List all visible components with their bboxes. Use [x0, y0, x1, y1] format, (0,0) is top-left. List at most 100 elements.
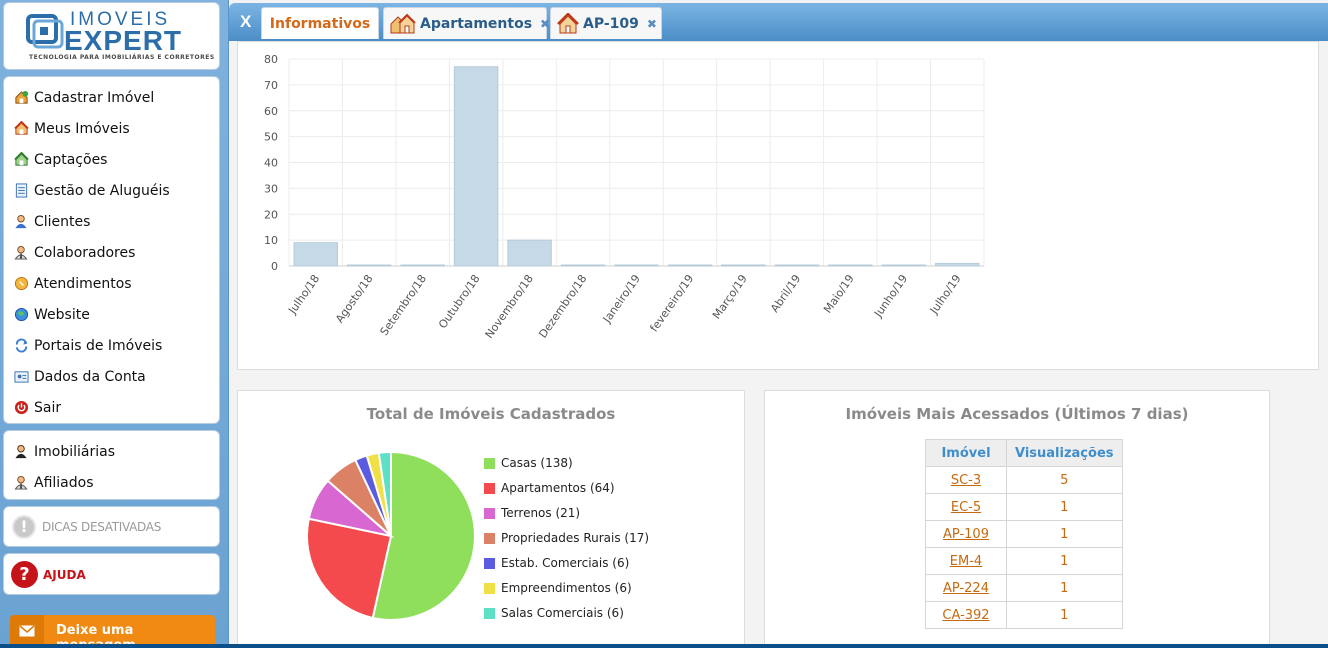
help-button[interactable]: ? AJUDA — [3, 553, 220, 595]
tab-apartamentos[interactable]: Apartamentos ✖ — [383, 7, 550, 39]
menu-label: Captações — [34, 152, 108, 168]
bar — [560, 264, 606, 267]
menu-portais[interactable]: Portais de Imóveis — [13, 334, 162, 356]
envelope-icon — [10, 615, 44, 646]
sidebar: IMOVEIS EXPERT TECNOLOGIA PARA IMOBILIÁR… — [0, 0, 228, 648]
close-all-tabs-button[interactable]: X — [240, 12, 251, 32]
x-tick-label: Agosto/18 — [333, 272, 376, 325]
menu-atendimentos[interactable]: Atendimentos — [13, 272, 132, 294]
menu-label: Imobiliárias — [34, 444, 115, 460]
x-tick-label: fevereiro/19 — [647, 272, 696, 334]
y-tick-label: 10 — [264, 234, 278, 247]
bar — [507, 239, 552, 267]
menu-colaboradores[interactable]: Colaboradores — [13, 241, 135, 263]
leave-message-button[interactable]: Deixe uma mensagem — [10, 615, 215, 648]
menu-cadastrar-imovel[interactable]: Cadastrar Imóvel — [13, 86, 154, 108]
table-row: AP-109 1 — [925, 520, 1123, 548]
menu-label: Cadastrar Imóvel — [34, 90, 155, 106]
total-properties-card: Total de Imóveis Cadastrados Casas (138)… — [237, 390, 745, 648]
menu-captacoes[interactable]: Captações — [13, 148, 107, 170]
account-icon — [13, 368, 29, 384]
houses-icon — [390, 13, 416, 35]
house-green-icon — [13, 151, 29, 167]
bar — [453, 66, 499, 267]
menu-gestao-alugueis[interactable]: Gestão de Aluguéis — [13, 179, 170, 201]
property-link[interactable]: CA-392 — [942, 608, 989, 623]
table-row: CA-392 1 — [925, 601, 1123, 629]
user-tie-icon — [13, 474, 29, 490]
views-cell: 1 — [1006, 547, 1123, 575]
menu-afiliados[interactable]: Afiliados — [13, 471, 94, 493]
most-accessed-card: Imóveis Mais Acessados (Últimos 7 dias) … — [764, 390, 1270, 648]
legend-item[interactable]: Casas (138) — [484, 456, 573, 470]
tab-label: Informativos — [269, 15, 371, 32]
x-tick-label: Junho/19 — [871, 272, 910, 320]
table-row: EC-5 1 — [925, 493, 1123, 521]
legend-item[interactable]: Terrenos (21) — [484, 506, 580, 520]
logo-icon — [26, 14, 64, 49]
property-code-cell: AP-109 — [925, 520, 1007, 548]
y-tick-label: 60 — [264, 105, 278, 118]
menu-sair[interactable]: Sair — [13, 396, 61, 418]
coin-icon — [13, 275, 29, 291]
tab-informativos[interactable]: Informativos — [261, 7, 379, 39]
table-row: EM-4 1 — [925, 547, 1123, 575]
menu-imobiliarias[interactable]: Imobiliárias — [13, 440, 115, 462]
legend-item[interactable]: Propriedades Rurais (17) — [484, 531, 649, 545]
bar — [881, 264, 927, 267]
logo-title-line2: EXPERT — [64, 25, 183, 56]
views-cell: 1 — [1006, 574, 1123, 602]
user-dark-icon — [13, 443, 29, 459]
property-code-cell: AP-224 — [925, 574, 1007, 602]
table-row: AP-224 1 — [925, 574, 1123, 602]
menu-label: Dados da Conta — [34, 369, 146, 385]
property-link[interactable]: EC-5 — [951, 500, 981, 515]
x-tick-label: Maio/19 — [821, 272, 857, 315]
property-link[interactable]: AP-109 — [943, 527, 989, 542]
legend-item[interactable]: Apartamentos (64) — [484, 481, 615, 495]
property-link[interactable]: AP-224 — [943, 581, 989, 596]
legend-item[interactable]: Empreendimentos (6) — [484, 581, 632, 595]
legend-swatch — [484, 482, 495, 494]
x-tick-label: Julho/19 — [927, 272, 964, 317]
col-header-property: Imóvel — [925, 439, 1007, 467]
house-icon — [557, 12, 579, 35]
tab-label: Apartamentos — [420, 15, 533, 32]
legend-label: Salas Comerciais (6) — [501, 606, 624, 620]
property-link[interactable]: EM-4 — [950, 554, 982, 569]
monthly-bar-chart: 0 10 20 30 40 50 60 70 80 Julho/18 Agosto/18 Setemb… — [264, 53, 985, 341]
menu-clientes[interactable]: Clientes — [13, 210, 90, 232]
document-icon — [13, 182, 29, 198]
legend-label: Empreendimentos (6) — [501, 581, 632, 595]
close-tab-icon[interactable]: ✖ — [540, 17, 550, 31]
x-tick-label: Julho/18 — [285, 272, 322, 317]
legend-label: Propriedades Rurais (17) — [501, 531, 650, 545]
bottom-border — [0, 644, 1328, 648]
logo-panel[interactable]: IMOVEIS EXPERT TECNOLOGIA PARA IMOBILIÁR… — [3, 2, 220, 70]
bar — [935, 262, 980, 267]
legend-label: Terrenos (21) — [501, 506, 581, 520]
views-cell: 1 — [1006, 601, 1123, 629]
bar — [400, 264, 445, 267]
legend-swatch — [484, 582, 495, 594]
legend-label: Apartamentos (64) — [501, 481, 615, 495]
bar — [828, 264, 873, 267]
menu-meus-imoveis[interactable]: Meus Imóveis — [13, 117, 130, 139]
menu-dados-conta[interactable]: Dados da Conta — [13, 365, 146, 387]
monthly-bar-chart-card: 0 10 20 30 40 50 60 70 80 Julho/18 Agosto/18 Setemb… — [237, 41, 1319, 370]
bar — [774, 264, 820, 267]
legend-item[interactable]: Salas Comerciais (6) — [484, 606, 624, 620]
legend-item[interactable]: Estab. Comerciais (6) — [484, 556, 629, 570]
menu-label: Atendimentos — [34, 276, 132, 292]
tab-ap-109[interactable]: AP-109 ✖ — [550, 7, 662, 39]
x-tick-label: Janeiro/19 — [600, 272, 643, 326]
property-link[interactable]: SC-3 — [951, 473, 981, 488]
exclamation-icon: ! — [12, 515, 36, 539]
menu-label: Afiliados — [34, 475, 94, 491]
menu-website[interactable]: Website — [13, 303, 90, 325]
close-tab-icon[interactable]: ✖ — [647, 17, 657, 31]
menu-label: Meus Imóveis — [34, 121, 130, 137]
dicas-toggle[interactable]: ! DICAS DESATIVADAS — [3, 506, 220, 547]
table-header-row: Imóvel Visualizações — [925, 439, 1123, 467]
x-tick-label: Março/19 — [710, 272, 750, 321]
